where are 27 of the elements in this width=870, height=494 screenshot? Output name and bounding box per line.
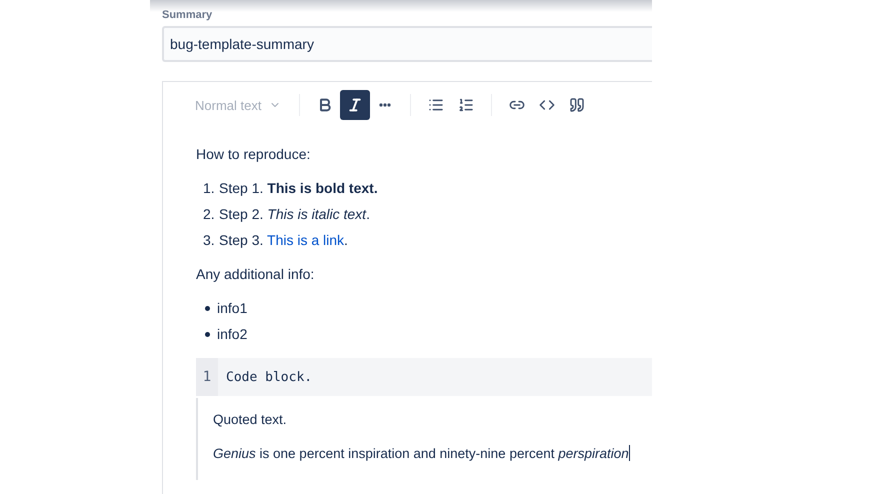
- quote-icon: [569, 97, 586, 113]
- summary-field[interactable]: bug-template-summary: [162, 26, 652, 62]
- numbered-list-icon: [458, 97, 474, 113]
- bullet-icon: [205, 306, 210, 310]
- italic-icon: [347, 97, 364, 113]
- list-item-text: Step 2. This is italic text.: [219, 205, 370, 224]
- list-item-text: info2: [217, 325, 248, 344]
- code-icon: [539, 97, 556, 113]
- italic-button[interactable]: [340, 90, 370, 120]
- paragraph: Any additional info:: [196, 265, 314, 284]
- code-line: Code block.: [225, 368, 312, 386]
- list-number: 3.: [203, 231, 216, 250]
- quote-paragraph: Quoted text.: [213, 411, 287, 429]
- list-item-text: Step 3. This is a link.: [219, 231, 348, 250]
- list-number: 2.: [203, 205, 216, 224]
- line-number: 1: [196, 358, 218, 396]
- link[interactable]: This is a link: [267, 232, 344, 248]
- list-item-text: info1: [217, 299, 248, 318]
- more-icon: [379, 103, 392, 107]
- list-number: 1.: [203, 179, 216, 198]
- list-item-text: Step 1. This is bold text.: [219, 179, 378, 198]
- quote-paragraph: Genius is one percent inspiration and ninety-nine percent perspiration: [213, 444, 630, 463]
- bold-icon: [317, 97, 334, 113]
- bullet-icon: [205, 332, 210, 336]
- field-label: Summary: [162, 8, 212, 23]
- paragraph: How to reproduce:: [196, 145, 310, 164]
- bullet-list-icon: [428, 97, 444, 113]
